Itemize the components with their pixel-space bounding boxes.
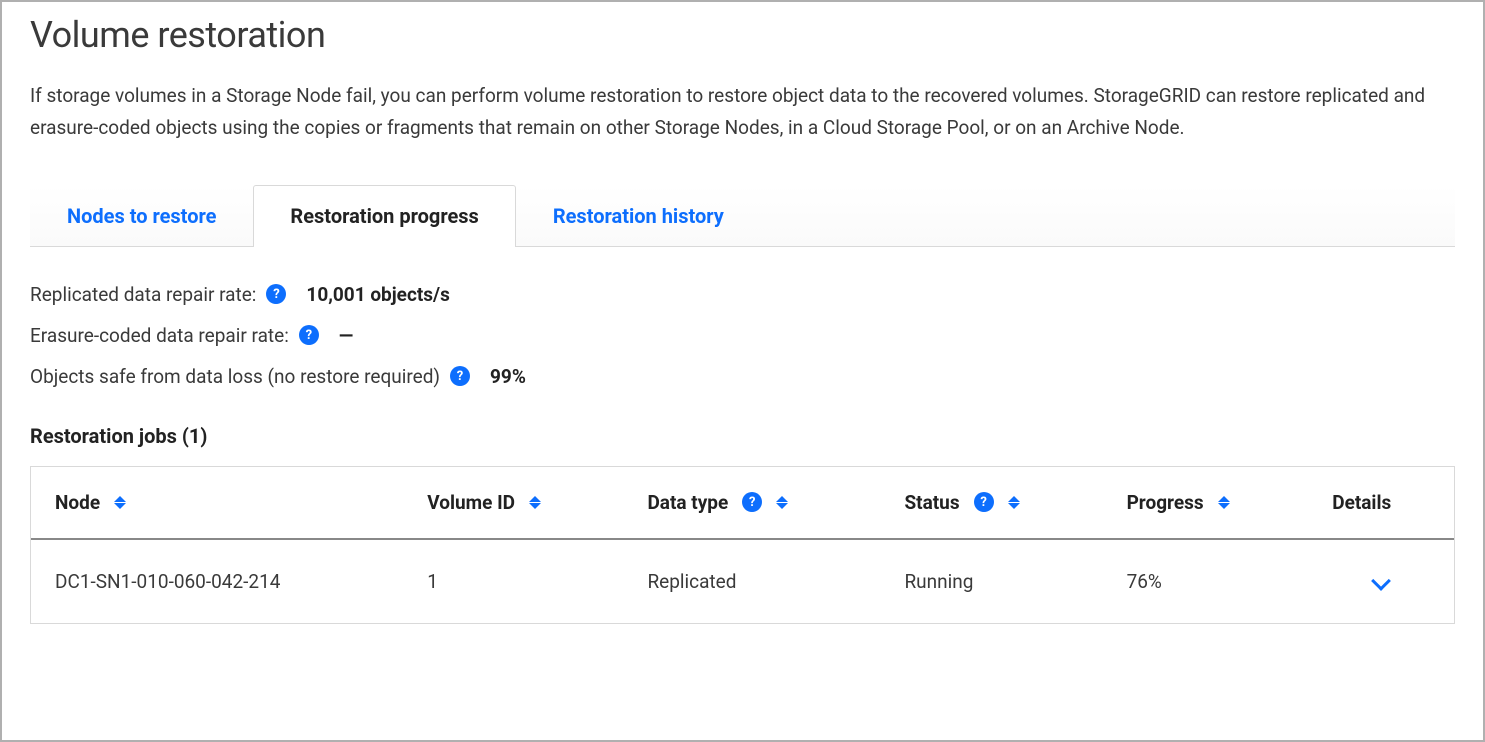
table-row: DC1-SN1-010-060-042-214 1 Replicated Run… bbox=[31, 540, 1454, 623]
help-icon[interactable]: ? bbox=[742, 492, 762, 512]
cell-details bbox=[1308, 540, 1454, 623]
help-icon[interactable]: ? bbox=[299, 325, 319, 345]
col-header-node-label: Node bbox=[55, 491, 100, 514]
col-header-volume-id[interactable]: Volume ID bbox=[403, 467, 623, 540]
sort-icon[interactable] bbox=[776, 496, 788, 509]
stat-erasure-value: — bbox=[339, 324, 353, 347]
cell-status: Running bbox=[880, 540, 1102, 623]
cell-progress: 76% bbox=[1103, 540, 1309, 623]
page-description: If storage volumes in a Storage Node fai… bbox=[30, 80, 1440, 145]
cell-volume-id: 1 bbox=[403, 540, 623, 623]
stat-safe-value: 99% bbox=[490, 365, 526, 388]
tab-restoration-history[interactable]: Restoration history bbox=[516, 185, 761, 246]
col-header-data-type-label: Data type bbox=[647, 491, 728, 514]
col-header-node[interactable]: Node bbox=[31, 467, 403, 540]
help-icon[interactable]: ? bbox=[974, 492, 994, 512]
stat-safe-label: Objects safe from data loss (no restore … bbox=[30, 365, 440, 388]
col-header-details-label: Details bbox=[1332, 491, 1391, 514]
restoration-jobs-heading: Restoration jobs (1) bbox=[30, 424, 1455, 448]
help-icon[interactable]: ? bbox=[266, 284, 286, 304]
stat-replicated-value: 10,001 objects/s bbox=[306, 283, 449, 306]
cell-node: DC1-SN1-010-060-042-214 bbox=[31, 540, 403, 623]
stat-objects-safe: Objects safe from data loss (no restore … bbox=[30, 365, 1455, 388]
sort-icon[interactable] bbox=[529, 496, 541, 509]
restoration-jobs-table: Node Volume ID Data type ? bbox=[30, 466, 1455, 624]
page-title: Volume restoration bbox=[30, 14, 1455, 56]
tab-restoration-progress[interactable]: Restoration progress bbox=[253, 185, 515, 247]
cell-data-type: Replicated bbox=[623, 540, 880, 623]
sort-icon[interactable] bbox=[1218, 496, 1230, 509]
tab-nodes-to-restore[interactable]: Nodes to restore bbox=[30, 185, 253, 246]
stats-block: Replicated data repair rate: ? 10,001 ob… bbox=[30, 283, 1455, 388]
stat-replicated-label: Replicated data repair rate: bbox=[30, 283, 256, 306]
sort-icon[interactable] bbox=[114, 496, 126, 509]
col-header-status[interactable]: Status ? bbox=[880, 467, 1102, 540]
sort-icon[interactable] bbox=[1008, 496, 1020, 509]
col-header-details: Details bbox=[1308, 467, 1454, 540]
tabs-bar: Nodes to restore Restoration progress Re… bbox=[30, 185, 1455, 247]
col-header-progress[interactable]: Progress bbox=[1103, 467, 1309, 540]
chevron-down-icon[interactable] bbox=[1371, 571, 1391, 591]
stat-replicated-repair-rate: Replicated data repair rate: ? 10,001 ob… bbox=[30, 283, 1455, 306]
help-icon[interactable]: ? bbox=[450, 366, 470, 386]
stat-erasure-label: Erasure-coded data repair rate: bbox=[30, 324, 289, 347]
stat-erasure-repair-rate: Erasure-coded data repair rate: ? — bbox=[30, 324, 1455, 347]
col-header-progress-label: Progress bbox=[1127, 491, 1204, 514]
col-header-status-label: Status bbox=[904, 491, 959, 514]
col-header-data-type[interactable]: Data type ? bbox=[623, 467, 880, 540]
col-header-volume-id-label: Volume ID bbox=[427, 491, 515, 514]
